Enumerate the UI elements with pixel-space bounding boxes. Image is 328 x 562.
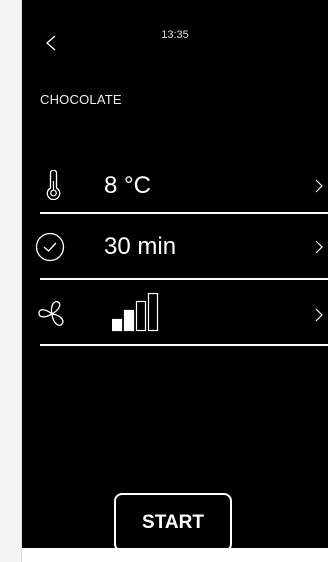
divider (40, 212, 328, 214)
chevron-right-icon (315, 240, 323, 254)
divider (40, 344, 328, 346)
device-screen: 13:35 CHOCOLATE 8 °C 30 min START (22, 0, 328, 548)
thermometer-icon (46, 170, 61, 200)
fan-speed-bars (112, 293, 159, 332)
fan-icon (38, 300, 64, 327)
temperature-setting-row[interactable]: 8 °C (22, 158, 328, 213)
temperature-value: 8 °C (104, 172, 151, 199)
time-value: 30 min (104, 233, 177, 260)
fan-setting-row[interactable] (22, 287, 328, 342)
device-frame-bar (0, 0, 21, 562)
fan-level-bar (123, 309, 135, 332)
fan-level-bar (147, 293, 159, 332)
page-title: CHOCOLATE (40, 92, 122, 107)
fan-level-bar (135, 300, 147, 332)
fan-level-bar (112, 318, 123, 332)
chevron-right-icon (315, 308, 323, 322)
divider (40, 278, 328, 280)
chevron-right-icon (315, 179, 323, 193)
status-time: 13:35 (161, 29, 189, 41)
time-setting-row[interactable]: 30 min (22, 219, 328, 274)
clock-icon (35, 232, 65, 262)
start-button[interactable]: START (114, 493, 232, 548)
